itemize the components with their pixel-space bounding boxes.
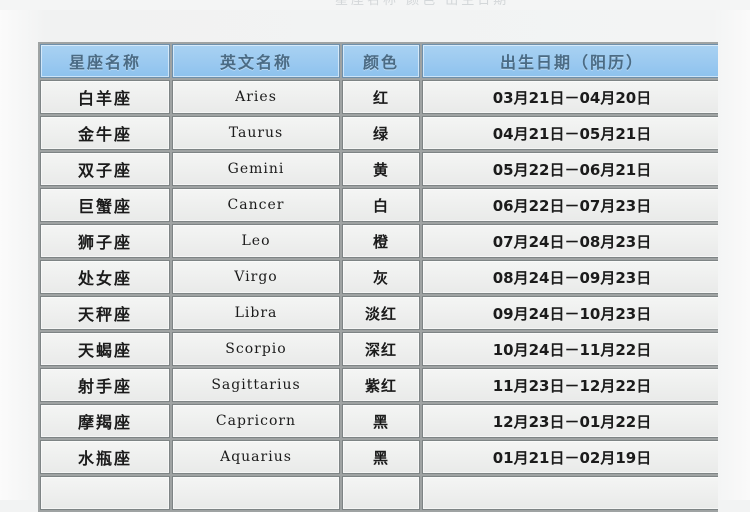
cell-english: Capricorn [172, 404, 340, 438]
cell-color: 红 [342, 80, 420, 114]
cell-english: Taurus [172, 116, 340, 150]
cell-color: 黑 [342, 404, 420, 438]
cell-english: Virgo [172, 260, 340, 294]
cell-name: 巨蟹座 [40, 188, 170, 222]
cell-name: 处女座 [40, 260, 170, 294]
top-cropped-text: 星座名称 颜色 出生日期 [335, 0, 510, 8]
cell-date: 07月24日－08月23日 [422, 224, 718, 258]
cell-date: 03月21日－04月20日 [422, 80, 718, 114]
column-header-birth-date: 出生日期（阳历） [422, 44, 718, 78]
cell-color: 深红 [342, 332, 420, 366]
cell-color: 淡红 [342, 296, 420, 330]
cell-date: 05月22日－06月21日 [422, 152, 718, 186]
cell-name: 天秤座 [40, 296, 170, 330]
cell-color: 灰 [342, 260, 420, 294]
table-row: 处女座 Virgo 灰 08月24日－09月23日 [40, 260, 718, 294]
table-row: 金牛座 Taurus 绿 04月21日－05月21日 [40, 116, 718, 150]
cell-color: 绿 [342, 116, 420, 150]
table-row: 白羊座 Aries 红 03月21日－04月20日 [40, 80, 718, 114]
cell-english: Aquarius [172, 440, 340, 474]
cell-name: 水瓶座 [40, 440, 170, 474]
cell-date: 08月24日－09月23日 [422, 260, 718, 294]
cell-name: 狮子座 [40, 224, 170, 258]
cell-date: 12月23日－01月22日 [422, 404, 718, 438]
cell-name: 天蝎座 [40, 332, 170, 366]
cell-name: 白羊座 [40, 80, 170, 114]
cell-color: 黑 [342, 440, 420, 474]
cell-clipped [342, 476, 420, 510]
top-cropped-text-strip: 星座名称 颜色 出生日期 [0, 0, 750, 10]
cell-english: Cancer [172, 188, 340, 222]
cell-color: 黄 [342, 152, 420, 186]
table-row: 摩羯座 Capricorn 黑 12月23日－01月22日 [40, 404, 718, 438]
cell-clipped [172, 476, 340, 510]
column-header-zodiac-name: 星座名称 [40, 44, 170, 78]
table-row: 水瓶座 Aquarius 黑 01月21日－02月19日 [40, 440, 718, 474]
zodiac-table-container: 星座名称 英文名称 颜色 出生日期（阳历） 白羊座 Aries 红 03月21日－04… [38, 42, 718, 512]
cell-name: 双子座 [40, 152, 170, 186]
cell-english: Scorpio [172, 332, 340, 366]
table-header-row: 星座名称 英文名称 颜色 出生日期（阳历） [40, 44, 718, 78]
cell-clipped [40, 476, 170, 510]
cell-date: 06月22日－07月23日 [422, 188, 718, 222]
cell-color: 紫红 [342, 368, 420, 402]
cell-date: 11月23日－12月22日 [422, 368, 718, 402]
cell-name: 摩羯座 [40, 404, 170, 438]
table-row: 天蝎座 Scorpio 深红 10月24日－11月22日 [40, 332, 718, 366]
table-row: 狮子座 Leo 橙 07月24日－08月23日 [40, 224, 718, 258]
table-row: 巨蟹座 Cancer 白 06月22日－07月23日 [40, 188, 718, 222]
cell-name: 射手座 [40, 368, 170, 402]
cell-english: Sagittarius [172, 368, 340, 402]
cell-date: 10月24日－11月22日 [422, 332, 718, 366]
cell-english: Aries [172, 80, 340, 114]
column-header-color: 颜色 [342, 44, 420, 78]
cell-name: 金牛座 [40, 116, 170, 150]
table-row: 天秤座 Libra 淡红 09月24日－10月23日 [40, 296, 718, 330]
cell-date: 09月24日－10月23日 [422, 296, 718, 330]
column-header-english-name: 英文名称 [172, 44, 340, 78]
table-body: 白羊座 Aries 红 03月21日－04月20日 金牛座 Taurus 绿 04月21日－0… [40, 80, 718, 510]
cell-english: Leo [172, 224, 340, 258]
cell-date: 01月21日－02月19日 [422, 440, 718, 474]
cell-english: Libra [172, 296, 340, 330]
cell-clipped [422, 476, 718, 510]
table-row: 射手座 Sagittarius 紫红 11月23日－12月22日 [40, 368, 718, 402]
zodiac-table: 星座名称 英文名称 颜色 出生日期（阳历） 白羊座 Aries 红 03月21日－04… [38, 42, 718, 512]
cell-color: 橙 [342, 224, 420, 258]
cell-color: 白 [342, 188, 420, 222]
cell-date: 04月21日－05月21日 [422, 116, 718, 150]
cell-english: Gemini [172, 152, 340, 186]
table-header: 星座名称 英文名称 颜色 出生日期（阳历） [40, 44, 718, 78]
table-row-clipped [40, 476, 718, 510]
table-row: 双子座 Gemini 黄 05月22日－06月21日 [40, 152, 718, 186]
